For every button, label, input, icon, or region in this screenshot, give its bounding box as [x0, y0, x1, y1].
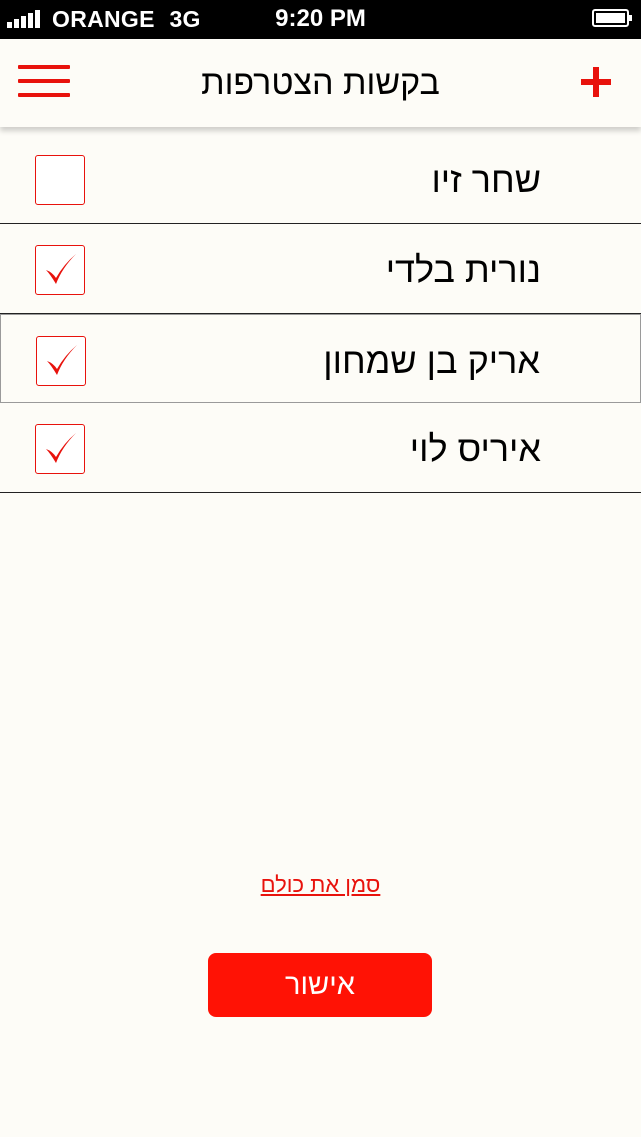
- request-name: אריק בן שמחון: [323, 340, 540, 381]
- confirm-button[interactable]: אישור: [208, 953, 432, 1017]
- page-title: בקשות הצטרפות: [201, 64, 440, 102]
- battery-icon: [592, 9, 632, 27]
- status-time: 9:20 PM: [275, 5, 366, 32]
- status-bar: ORANGE 3G 9:20 PM: [0, 0, 641, 39]
- checkmark-icon: [47, 345, 77, 375]
- checkmark-icon: [46, 433, 76, 463]
- checkbox[interactable]: [35, 245, 85, 295]
- request-name: שחר זיו: [431, 159, 541, 200]
- requests-list: שחר זיו נורית בלדי אריק בן שמחון איריס ל…: [0, 134, 641, 493]
- checkbox[interactable]: [35, 424, 85, 474]
- request-row[interactable]: שחר זיו: [0, 134, 641, 224]
- select-all-link[interactable]: סמן את כולם: [0, 870, 641, 900]
- checkbox[interactable]: [35, 155, 85, 205]
- request-row[interactable]: נורית בלדי: [0, 224, 641, 314]
- request-row[interactable]: איריס לוי: [0, 403, 641, 493]
- plus-icon[interactable]: [579, 65, 613, 99]
- header: בקשות הצטרפות: [0, 39, 641, 127]
- checkmark-icon: [46, 254, 76, 284]
- checkbox[interactable]: [36, 336, 86, 386]
- request-name: נורית בלדי: [385, 249, 541, 290]
- request-name: איריס לוי: [409, 428, 541, 469]
- request-row[interactable]: אריק בן שמחון: [0, 314, 641, 403]
